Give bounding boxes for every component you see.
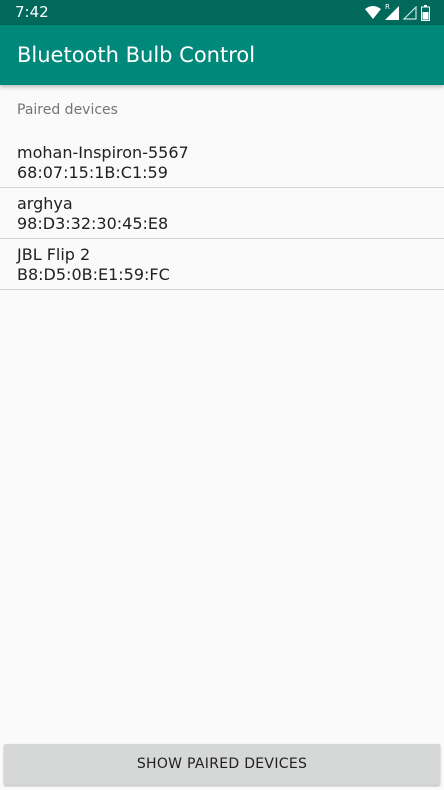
device-item-jbl-flip-2[interactable]: JBL Flip 2 B8:D5:0B:E1:59:FC: [0, 239, 444, 290]
status-bar: 7:42 R: [0, 0, 444, 25]
device-item-mohan-inspiron[interactable]: mohan-Inspiron-5567 68:07:15:1B:C1:59: [0, 137, 444, 188]
status-time: 7:42: [15, 3, 49, 21]
device-name: JBL Flip 2: [17, 245, 91, 264]
device-address: B8:D5:0B:E1:59:FC: [17, 265, 170, 284]
show-paired-devices-button[interactable]: SHOW PAIRED DEVICES: [4, 744, 440, 785]
device-name: arghya: [17, 194, 73, 213]
app-bar: Bluetooth Bulb Control: [0, 25, 444, 85]
device-address: 98:D3:32:30:45:E8: [17, 214, 169, 233]
device-address: 68:07:15:1B:C1:59: [17, 163, 168, 182]
signal-icon: R: [385, 2, 399, 20]
device-item-arghya[interactable]: arghya 98:D3:32:30:45:E8: [0, 188, 444, 239]
device-name: mohan-Inspiron-5567: [17, 143, 189, 162]
wifi-icon: [365, 6, 381, 19]
signal-empty-icon: [403, 5, 417, 20]
paired-devices-header: Paired devices: [17, 102, 118, 118]
status-icons: R: [365, 2, 430, 21]
signal-roaming-badge: R: [385, 2, 390, 11]
app-title: Bluetooth Bulb Control: [17, 43, 256, 67]
battery-icon: [421, 4, 430, 21]
paired-device-list: mohan-Inspiron-5567 68:07:15:1B:C1:59 ar…: [0, 137, 444, 290]
